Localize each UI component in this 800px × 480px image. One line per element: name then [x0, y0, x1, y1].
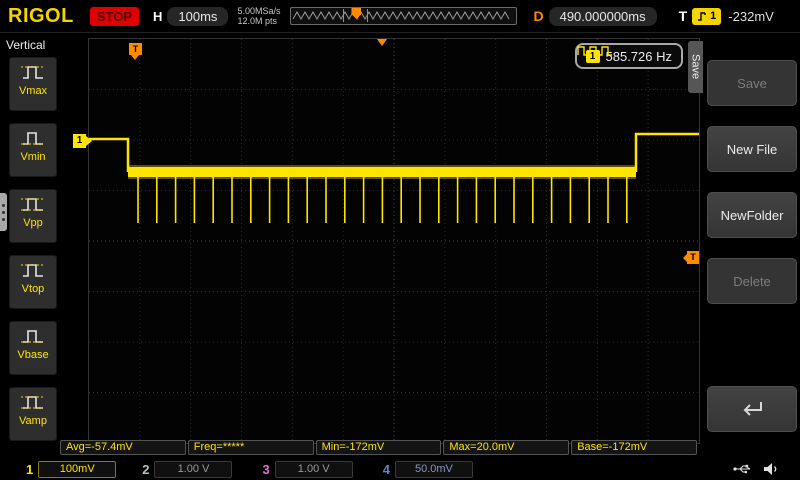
- sidebar-item-label: Vmax: [18, 85, 48, 97]
- sidebar-item-label: Vpp: [23, 217, 43, 229]
- sidebar-item-vtop[interactable]: Vtop: [9, 255, 57, 309]
- trigger-source-channel: 1: [710, 10, 717, 22]
- channel-1-status[interactable]: 1 100mV: [26, 460, 117, 478]
- channel-4-scale: 50.0mV: [394, 460, 473, 478]
- vbase-icon: [21, 330, 45, 343]
- memory-depth: 12.0M pts: [237, 16, 277, 26]
- back-button[interactable]: [707, 386, 797, 432]
- system-icons: [733, 461, 780, 477]
- channel-1-scale: 100mV: [38, 460, 117, 478]
- usb-icon: [733, 464, 751, 474]
- channel-3-status[interactable]: 3 1.00 V: [262, 460, 353, 478]
- sidebar-item-vpp[interactable]: Vpp: [9, 189, 57, 243]
- acquisition-info: 5.00MSa/s 12.0M pts: [237, 6, 280, 26]
- sidebar-item-label: Vbase: [17, 349, 49, 361]
- sidebar-item-vbase[interactable]: Vbase: [9, 321, 57, 375]
- window-right-tick: [367, 9, 369, 22]
- channel-status-bar: 1 100mV 2 1.00 V 3 1.00 V 4 50.0mV: [0, 459, 800, 479]
- channel-2-number: 2: [142, 461, 150, 477]
- horizontal-label: H: [153, 8, 163, 24]
- sample-rate: 5.00MSa/s: [237, 6, 281, 16]
- window-left-tick: [343, 9, 345, 22]
- measure-min: Min=-172mV: [315, 440, 442, 455]
- return-arrow-icon: [743, 402, 762, 416]
- delete-button[interactable]: Delete: [707, 258, 797, 304]
- channel-3-scale: 1.00 V: [274, 460, 353, 478]
- menu-tab-save: Save: [688, 41, 703, 93]
- timebase-readout: 100ms: [167, 6, 229, 26]
- delay-label: D: [533, 8, 544, 24]
- new-folder-button[interactable]: NewFolder: [707, 192, 797, 238]
- rigol-logo: RIGOL: [8, 4, 74, 27]
- trigger-source-badge: 1: [692, 7, 722, 25]
- frequency-counter-badge: 1 585.726 Hz: [574, 43, 683, 69]
- freq-counter-value: 585.726 Hz: [605, 48, 673, 64]
- vamp-icon: [21, 396, 45, 409]
- trigger-level-readout: -232mV: [728, 8, 774, 24]
- trigger-position-marker[interactable]: T: [129, 43, 142, 60]
- waveform-trace: [89, 39, 699, 443]
- sidebar-item-vmax[interactable]: Vmax: [9, 57, 57, 111]
- memory-waveform-icon: [293, 10, 510, 21]
- screen-center-marker: [377, 39, 387, 46]
- sidebar-item-vamp[interactable]: Vamp: [9, 387, 57, 441]
- measure-base: Base=-172mV: [571, 440, 697, 455]
- waveform-display: T T 1 1 585.726 Hz: [73, 38, 700, 444]
- left-menu-title: Vertical: [6, 38, 46, 52]
- delay-readout: 490.000000ms: [548, 6, 657, 26]
- channel-4-number: 4: [382, 461, 390, 477]
- speaker-icon: [764, 463, 777, 475]
- trigger-label: T: [678, 8, 688, 24]
- trigger-level-marker[interactable]: T: [683, 251, 699, 264]
- vpp-icon: [21, 198, 45, 211]
- measure-max: Max=20.0mV: [443, 440, 570, 455]
- new-file-button[interactable]: New File: [707, 126, 797, 172]
- square-wave-icon: [576, 46, 612, 56]
- oscilloscope-screen: RIGOL STOP H 100ms 5.00MSa/s 12.0M pts D…: [0, 0, 800, 480]
- run-state-badge: STOP: [89, 6, 140, 26]
- top-status-bar: RIGOL STOP H 100ms 5.00MSa/s 12.0M pts D…: [0, 0, 800, 33]
- sidebar-item-label: Vmin: [20, 151, 46, 163]
- sidebar-item-vmin[interactable]: Vmin: [9, 123, 57, 177]
- measurement-results-bar: Avg=-57.4mV Freq=***** Min=-172mV Max=20…: [60, 440, 697, 455]
- measure-freq: Freq=*****: [187, 440, 314, 455]
- channel-4-status[interactable]: 4 50.0mV: [382, 460, 473, 478]
- measurement-menu: Vmax Vmin Vpp Vtop Vbase Vamp: [9, 57, 57, 453]
- vmin-icon: [21, 132, 45, 145]
- sidebar-item-label: Vamp: [19, 415, 47, 427]
- menu-scroll-indicator: [0, 193, 7, 231]
- vmax-icon: [21, 66, 45, 79]
- rising-edge-icon: [698, 11, 706, 21]
- channel1-offset-marker[interactable]: 1: [73, 134, 92, 148]
- channel-1-number: 1: [26, 461, 34, 477]
- save-button[interactable]: Save: [707, 60, 797, 106]
- vtop-icon: [21, 264, 45, 277]
- channel-3-number: 3: [262, 461, 270, 477]
- sidebar-item-label: Vtop: [21, 283, 45, 295]
- channel-2-scale: 1.00 V: [154, 460, 233, 478]
- measure-avg: Avg=-57.4mV: [60, 440, 186, 455]
- channel-2-status[interactable]: 2 1.00 V: [142, 460, 233, 478]
- memory-position-bar[interactable]: [290, 7, 518, 25]
